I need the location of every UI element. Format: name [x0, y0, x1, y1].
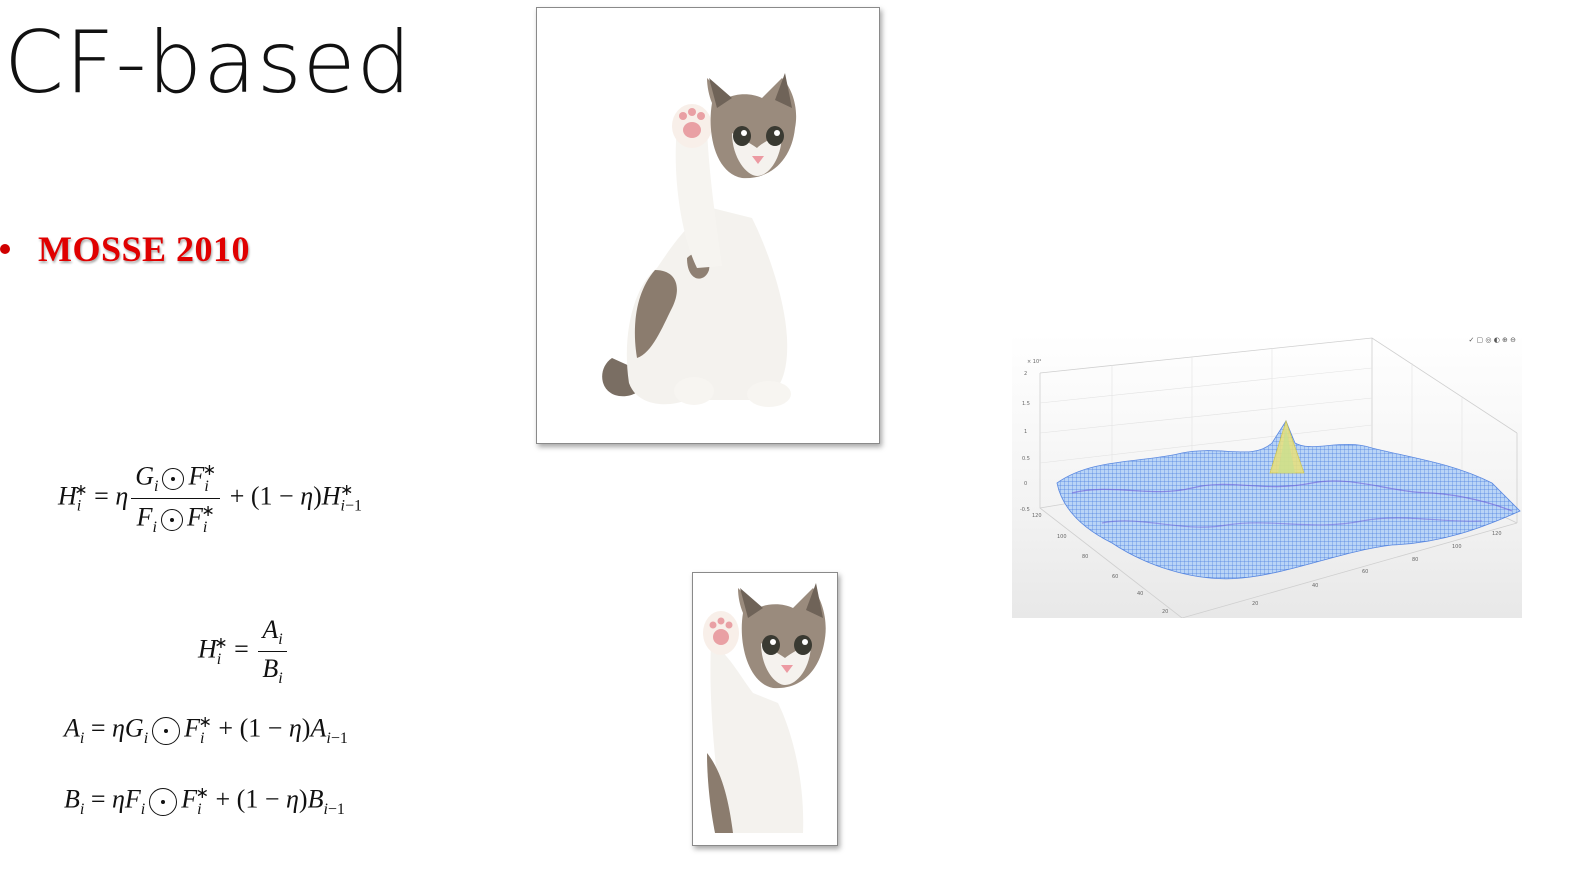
svg-text:60: 60	[1112, 574, 1118, 580]
slide-title: CF-based	[4, 13, 413, 113]
svg-text:1: 1	[1024, 429, 1027, 435]
svg-text:-0.5: -0.5	[1020, 507, 1030, 513]
svg-text:0: 0	[1024, 481, 1027, 487]
equation-numerator-update: Ai = ηGi Fi∗ + (1 − η)Ai−1	[64, 713, 348, 747]
equation-filter-ratio: Hi∗ = Ai Bi	[198, 615, 290, 688]
kitten-photo-large	[536, 7, 880, 444]
svg-text:120: 120	[1032, 513, 1042, 519]
surface-mesh-graphic: 2 1.5 1 0.5 0 -0.5 120 100 80 60 40 20 2…	[1020, 337, 1521, 618]
svg-text:2: 2	[1024, 371, 1027, 377]
svg-text:40: 40	[1312, 583, 1318, 589]
bullet-label: MOSSE 2010	[38, 229, 251, 269]
svg-text:20: 20	[1162, 609, 1168, 615]
bullet-item: MOSSE 2010	[0, 226, 250, 272]
svg-text:20: 20	[1252, 601, 1258, 607]
plot-toolbar-icons[interactable]: ✓ ▢ ◎ ◐ ⊕ ⊖	[1468, 336, 1516, 344]
svg-text:100: 100	[1452, 544, 1462, 550]
svg-text:1.5: 1.5	[1022, 401, 1030, 407]
svg-text:80: 80	[1082, 554, 1088, 560]
kitten-photo-small	[692, 572, 838, 846]
equation-denominator-update: Bi = ηFi Fi∗ + (1 − η)Bi−1	[64, 784, 345, 818]
svg-text:× 10⁴: × 10⁴	[1027, 359, 1041, 365]
equation-filter-update: Hi∗ = η Gi Fi∗ Fi Fi∗ + (1 − η)Hi−1∗	[58, 461, 363, 536]
svg-text:80: 80	[1412, 557, 1418, 563]
bullet-dot-icon	[0, 244, 10, 254]
svg-text:100: 100	[1057, 534, 1067, 540]
svg-text:40: 40	[1137, 591, 1143, 597]
kitten-illustration	[602, 73, 797, 407]
svg-text:60: 60	[1362, 569, 1368, 575]
svg-text:0.5: 0.5	[1022, 456, 1030, 462]
kitten-crop-illustration	[703, 583, 826, 835]
svg-text:120: 120	[1492, 531, 1502, 537]
response-surface-plot: ✓ ▢ ◎ ◐ ⊕ ⊖ 2 1.5 1 0.5 0 -0.5 120 100 8…	[1012, 333, 1522, 618]
